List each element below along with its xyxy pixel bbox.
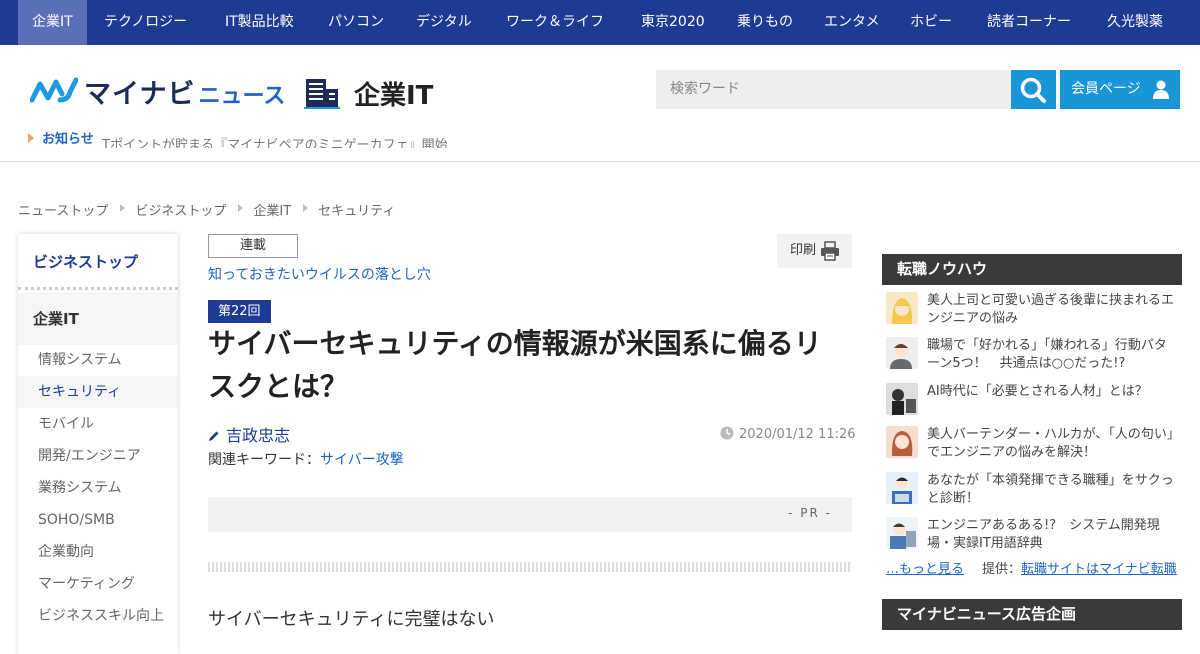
section-logo[interactable]: 企業IT [304, 76, 434, 111]
ad-feature-heading: マイナビニュース広告企画 [882, 599, 1182, 630]
topnav-item-technology[interactable]: テクノロジー [104, 0, 187, 45]
sidebar-item-dev-engineer[interactable]: 開発/エンジニア [18, 440, 178, 472]
sidebar-item-info-systems[interactable]: 情報システム [18, 344, 178, 376]
print-button[interactable]: 印刷 [777, 234, 852, 268]
career-item-title: エンジニアあるある!? システム開発現場・実録IT用語辞典 [927, 518, 1160, 551]
topnav-item-it-product-compare[interactable]: IT製品比較 [225, 0, 294, 45]
logo-subtext: ニュース [198, 84, 286, 109]
manga-thumbnail-icon [886, 383, 918, 415]
section-title: 企業IT [354, 80, 434, 111]
career-item-title: AI時代に「必要とされる人材」とは？ [927, 384, 1148, 399]
career-knowhow-heading: 転職ノウハウ [882, 254, 1182, 285]
search-button[interactable] [1011, 70, 1056, 109]
career-item-title: 美人バーテンダー・ハルカが、「人の句い」でエンジニアの悩みを解決！ [927, 427, 1174, 460]
publish-date: 2020/01/12 11:26 [720, 426, 856, 442]
career-item-title: 美人上司と可愛い過ぎる後輩に挟まれるエンジニアの悩み [927, 293, 1175, 326]
series-tag: 連載 [208, 234, 298, 258]
topnav-item-vehicles[interactable]: 乗りもの [737, 0, 793, 45]
logo-mark-icon [30, 77, 78, 103]
topnav-item-reader-corner[interactable]: 読者コーナー [987, 0, 1071, 45]
career-item-title: 職場で「好かれる」「嫌われる」行動パターン5つ！ 共通点は○○だった!? [927, 338, 1167, 371]
topnav-item-digital[interactable]: デジタル [416, 0, 472, 45]
breadcrumb-separator-icon [120, 204, 126, 212]
sidebar-business-top[interactable]: ビジネストップ [18, 234, 178, 290]
manga-thumbnail-icon [886, 337, 918, 369]
search-icon [1020, 77, 1046, 103]
manga-thumbnail-icon [886, 292, 918, 324]
career-item-title: あなたが「本領発揮できる職種」をサクっと診断！ [927, 473, 1174, 506]
top-navigation: 企業IT テクノロジー IT製品比較 パソコン デジタル ワーク＆ライフ 東京2… [0, 0, 1200, 45]
breadcrumb-business-top[interactable]: ビジネストップ [135, 200, 226, 219]
site-logo[interactable]: マイナビ ニュース [30, 74, 286, 110]
pencil-icon [209, 431, 219, 441]
keywords-label: 関連キーワード： [208, 452, 320, 468]
career-more-link[interactable]: …もっと見る [886, 558, 964, 577]
series-name-link[interactable]: 知っておきたいウイルスの落とし穴 [208, 264, 431, 284]
manga-thumbnail-icon [886, 426, 918, 458]
building-icon [304, 79, 340, 109]
topnav-item-work-life[interactable]: ワーク＆ライフ [506, 0, 604, 45]
printer-icon [821, 241, 839, 261]
notice-label: お知らせ [28, 128, 94, 147]
breadcrumb-news-top[interactable]: ニューストップ [18, 200, 108, 219]
topnav-item-hobby[interactable]: ホビー [910, 0, 952, 45]
career-provider: 提供：転職サイトはマイナビ転職 [982, 558, 1177, 577]
related-keywords: 関連キーワード：サイバー攻撃 [208, 449, 404, 469]
article-lead-heading: サイバーセキュリティに完璧はない [208, 609, 495, 630]
breadcrumb-security[interactable]: セキュリティ [318, 200, 395, 219]
notice-ticker[interactable]: Tポイントが貯まる『マイナビペアのミニゲーカフェ』開始 [102, 136, 502, 148]
sidebar-item-security[interactable]: セキュリティ [18, 376, 178, 408]
member-page-button[interactable]: 会員ページ [1060, 70, 1180, 109]
header-divider [0, 161, 1200, 162]
sidebar-item-marketing[interactable]: マーケティング [18, 568, 178, 600]
logo-text: マイナビ [84, 78, 196, 110]
sidebar-item-corporate-trends[interactable]: 企業動向 [18, 536, 178, 568]
publish-date-text: 2020/01/12 11:26 [739, 427, 856, 442]
provider-label: 提供： [982, 562, 1022, 577]
episode-badge: 第22回 [208, 300, 271, 323]
author-link[interactable]: 吉政忠志 [208, 422, 290, 446]
hatched-divider [208, 562, 852, 572]
sidebar-item-business-systems[interactable]: 業務システム [18, 472, 178, 504]
clock-icon [720, 426, 734, 440]
topnav-item-pc[interactable]: パソコン [328, 0, 384, 45]
member-page-label: 会員ページ [1071, 81, 1141, 97]
notice-ticker-text[interactable]: Tポイントが貯まる『マイナビペアのミニゲーカフェ』開始 [102, 136, 448, 148]
user-icon [1153, 80, 1169, 99]
topnav-item-tokyo2020[interactable]: 東京2020 [641, 0, 705, 45]
search-input[interactable]: 検索ワード [656, 70, 1011, 109]
sidebar-category-enterprise-it[interactable]: 企業IT [18, 293, 178, 345]
keyword-link[interactable]: サイバー攻撃 [320, 452, 404, 468]
sidebar-item-business-skills[interactable]: ビジネススキル向上 [18, 600, 178, 632]
breadcrumb-enterprise-it[interactable]: 企業IT [253, 200, 291, 219]
provider-link[interactable]: 転職サイトはマイナビ転職 [1021, 562, 1177, 577]
breadcrumb-separator-icon [303, 204, 309, 212]
topnav-item-hisamitsu[interactable]: 久光製薬 [1107, 0, 1163, 45]
topnav-item-enterprise-it[interactable]: 企業IT [18, 0, 87, 45]
author-name: 吉政忠志 [226, 426, 291, 445]
topnav-item-entertainment[interactable]: エンタメ [824, 0, 880, 45]
pr-label: - PR - [788, 506, 832, 520]
pr-banner: - PR - [208, 497, 852, 532]
sidebar-item-mobile[interactable]: モバイル [18, 408, 178, 440]
breadcrumb: ニューストップ ビジネストップ 企業IT セキュリティ [18, 200, 395, 219]
article-title: サイバーセキュリティの情報源が米国系に偏るリスクとは？ [208, 327, 822, 403]
print-label: 印刷 [790, 243, 817, 258]
manga-thumbnail-icon [886, 517, 918, 549]
breadcrumb-separator-icon [238, 204, 244, 212]
left-sidebar: ビジネストップ 企業IT 情報システム セキュリティ モバイル 開発/エンジニア… [18, 234, 178, 654]
manga-thumbnail-icon [886, 472, 918, 504]
sidebar-item-soho-smb[interactable]: SOHO/SMB [18, 504, 178, 536]
